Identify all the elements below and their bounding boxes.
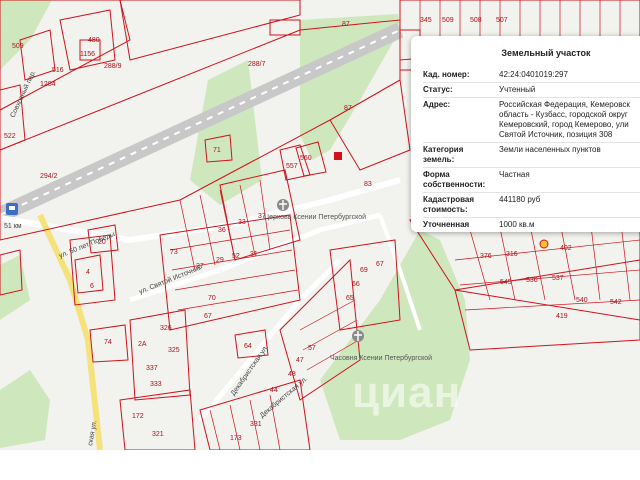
parcel-number: 47: [296, 357, 304, 364]
chapel-label: Часовня Ксении Петербургской: [330, 354, 432, 362]
parcel-number: 173: [230, 435, 242, 442]
church-icon[interactable]: [277, 199, 289, 211]
parcel-number: 69: [360, 267, 368, 274]
attribute-row: Статус: Учтенный: [423, 82, 640, 98]
parcel-number: 419: [556, 313, 568, 320]
cian-watermark: циан: [352, 368, 462, 417]
attribute-key: Категория земель:: [423, 142, 499, 168]
parcel-number: 542: [610, 299, 622, 306]
parcel-number: 537: [552, 275, 564, 282]
parcel-number: 2A: [138, 341, 147, 348]
attribute-value: Частная: [499, 167, 640, 193]
parcel-number: 83: [364, 181, 372, 188]
attribute-row: Адрес: Российская Федерация, Кемеровск о…: [423, 97, 640, 143]
parcel-number: 288/7: [248, 61, 266, 68]
parcel-number: 4: [86, 269, 90, 276]
green-area: [0, 255, 30, 320]
parcel-number: 29: [216, 257, 224, 264]
parcel-number: 402: [560, 245, 572, 252]
green-area: [0, 370, 50, 448]
parcel-number: 172: [132, 413, 144, 420]
parcel-attributes-table: Кад. номер: 42:24:0401019:297 Статус: Уч…: [423, 68, 640, 232]
attribute-row: Уточненная площадь: 1000 кв.м: [423, 217, 640, 232]
parcel-number: 376: [480, 253, 492, 260]
parcel-number: 480: [88, 37, 100, 44]
parcel-number: 545: [500, 279, 512, 286]
parcel-number: 67: [376, 261, 384, 268]
parcel-number: 6: [90, 283, 94, 290]
attribute-value: Российская Федерация, Кемеровск область …: [499, 97, 640, 143]
attribute-row: Кад. номер: 42:24:0401019:297: [423, 68, 640, 83]
attribute-value: 42:24:0401019:297: [499, 68, 640, 83]
parcel-number: 74: [104, 339, 112, 346]
attribute-key: Статус:: [423, 82, 499, 98]
parcel-number: 65: [346, 295, 354, 302]
parcel-number: 325: [168, 347, 180, 354]
attribute-value: 1000 кв.м: [499, 217, 640, 232]
parcel-number: 560: [300, 155, 312, 162]
parcel-number: 87: [344, 105, 352, 112]
attribute-row: Форма собственности: Частная: [423, 167, 640, 193]
attribute-key: Кадастровая стоимость:: [423, 192, 499, 218]
parcel-number: 326: [160, 325, 172, 332]
parcel-number: 331: [250, 421, 262, 428]
parcel-number: 522: [4, 133, 16, 140]
attribute-row: Кадастровая стоимость: 441180 руб: [423, 192, 640, 218]
parcel-number: 87: [342, 21, 350, 28]
parcel-number: 536: [526, 277, 538, 284]
parcel-number: 507: [496, 17, 508, 24]
bottom-whitespace: [0, 450, 640, 480]
parcel-marker[interactable]: [334, 152, 342, 160]
attribute-key: Уточненная площадь:: [423, 217, 499, 232]
bus-stop-label: 51 км: [4, 223, 22, 230]
card-title: Земельный участок: [501, 48, 591, 58]
parcel-number: 337: [146, 365, 158, 372]
parcel-number: 557: [286, 163, 298, 170]
church-label: Церковь Ксении Петербургской: [264, 213, 366, 221]
attribute-row: Категория земель: Земли населенных пункт…: [423, 142, 640, 168]
parcel-number: 509: [12, 43, 24, 50]
parcel-number: 508: [470, 17, 482, 24]
parcel-info-card: Земельный участок Кад. номер: 42:24:0401…: [411, 36, 640, 232]
attribute-value: Учтенный: [499, 82, 640, 98]
bus-stop-icon[interactable]: [6, 203, 18, 215]
parcel-number: 70: [208, 295, 216, 302]
parcel-number: 316: [506, 251, 518, 258]
parcel-number: 44: [270, 387, 278, 394]
parcel-number: 73: [170, 249, 178, 256]
attribute-key: Форма собственности:: [423, 167, 499, 193]
parcel-number: 67: [204, 313, 212, 320]
parcel-number: 288/9: [104, 63, 122, 70]
attribute-key: Кад. номер:: [423, 68, 499, 83]
parcel-number: 71: [213, 147, 221, 154]
parcel-number: 33: [238, 219, 246, 226]
parcel-number: 333: [150, 381, 162, 388]
parcel-number: 1284: [40, 81, 56, 88]
parcel-number: 64: [244, 343, 252, 350]
parcel-number: 66: [352, 281, 360, 288]
parcel-number: 294/2: [40, 173, 58, 180]
attribute-value: 441180 руб: [499, 192, 640, 218]
parcel-number: 31: [250, 251, 258, 258]
attribute-key: Адрес:: [423, 97, 499, 143]
street-label: Декабристская ул.: [258, 375, 309, 420]
parcel-number: 36: [218, 227, 226, 234]
parcel-number: 516: [52, 67, 64, 74]
attribute-value: Земли населенных пунктов: [499, 142, 640, 168]
parcel-number: 1156: [80, 51, 95, 58]
selected-parcel-marker[interactable]: [539, 239, 549, 249]
parcel-number: 48: [288, 371, 296, 378]
parcel-number: 345: [420, 17, 432, 24]
chapel-icon[interactable]: [352, 330, 364, 342]
street-label: Декабристская ул.: [229, 343, 270, 397]
parcel-number: 52: [232, 253, 240, 260]
parcel-number: 509: [442, 17, 454, 24]
parcel-number: 57: [308, 345, 316, 352]
map-screen: 509 516 480 1156 1284 288/9 288/7 87 294…: [0, 0, 640, 480]
parcel-number: 321: [152, 431, 164, 438]
parcel-number: 540: [576, 297, 588, 304]
